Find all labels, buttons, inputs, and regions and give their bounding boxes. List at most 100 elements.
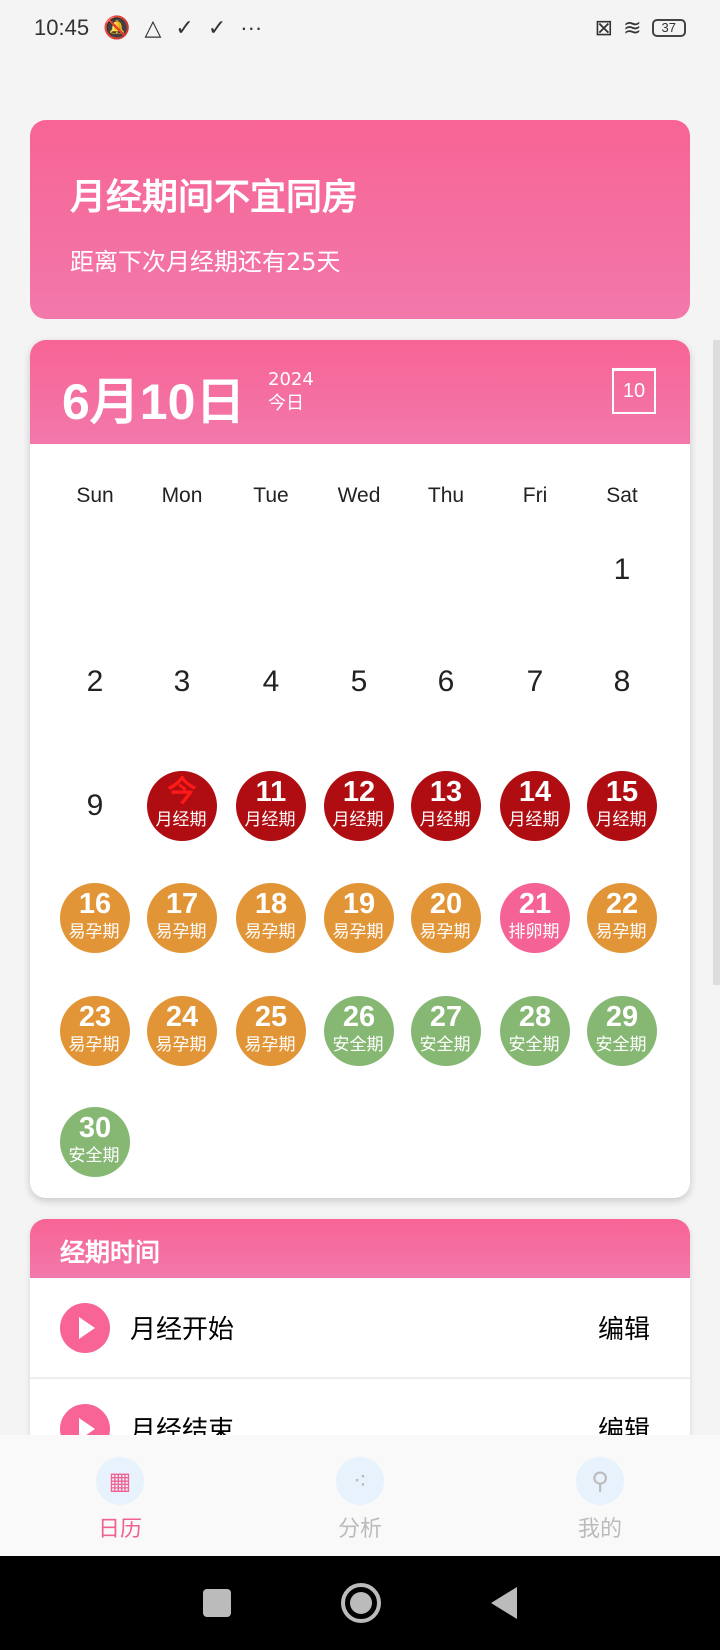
- calendar-day[interactable]: 23 易孕期: [60, 996, 130, 1066]
- nav-mine[interactable]: ⚲ 我的: [480, 1435, 720, 1556]
- day-phase-label: 安全期: [68, 1146, 120, 1165]
- calendar-day[interactable]: 28 安全期: [500, 996, 570, 1066]
- calendar-icon: ▦: [96, 1457, 144, 1505]
- day-number: 2: [86, 665, 104, 698]
- status-bar: 10:45 🔕 △ ✓ ✓ ··· ⊠ ≋ 37: [0, 0, 720, 56]
- day-phase-label: 安全期: [595, 1035, 647, 1054]
- calendar-day[interactable]: 21 排卵期: [500, 883, 570, 953]
- calendar-day[interactable]: 26 安全期: [324, 996, 394, 1066]
- banner-subtitle: 距离下次月经期还有25天: [70, 248, 341, 276]
- weekday-sun: Sun: [76, 484, 114, 507]
- recents-button[interactable]: [203, 1589, 231, 1617]
- day-number: 23: [78, 1001, 112, 1033]
- day-phase-label: 安全期: [332, 1035, 384, 1054]
- day-phase-label: 排卵期: [508, 922, 560, 941]
- calendar-day[interactable]: 12 月经期: [324, 771, 394, 841]
- day-number: 16: [78, 888, 112, 920]
- calendar-day[interactable]: 18 易孕期: [236, 883, 306, 953]
- day-number: 19: [342, 888, 376, 920]
- day-number: 7: [526, 665, 544, 698]
- day-number: 22: [605, 888, 639, 920]
- current-date: 6月10日: [62, 374, 246, 430]
- download-done-icon: ✓: [207, 15, 227, 40]
- calendar-day[interactable]: 今月经期: [147, 771, 217, 841]
- period-start-row[interactable]: 月经开始 编辑: [30, 1278, 690, 1379]
- year: 2024: [268, 369, 314, 390]
- calendar-day[interactable]: 13 月经期: [411, 771, 481, 841]
- nav-label: 日历: [97, 1517, 142, 1542]
- day-phase-label: 易孕期: [595, 922, 647, 941]
- chart-icon: ⁖: [336, 1457, 384, 1505]
- calendar-day[interactable]: 16 易孕期: [60, 883, 130, 953]
- day-phase-label: 月经期: [155, 810, 207, 829]
- more-icon: ···: [240, 15, 263, 40]
- home-button[interactable]: [341, 1583, 381, 1623]
- banner-title: 月经期间不宜同房: [70, 177, 359, 218]
- nav-calendar[interactable]: ▦ 日历: [0, 1435, 240, 1556]
- day-number: 12: [342, 776, 376, 808]
- day-phase-label: 易孕期: [155, 922, 207, 941]
- weekday-mon: Mon: [161, 484, 203, 507]
- calendar-day[interactable]: 20 易孕期: [411, 883, 481, 953]
- calendar-day[interactable]: 17 易孕期: [147, 883, 217, 953]
- play-icon: [60, 1302, 110, 1353]
- weekday-thu: Thu: [427, 484, 465, 507]
- day-number: 今: [167, 776, 197, 808]
- calendar-day[interactable]: 24 易孕期: [147, 996, 217, 1066]
- day-phase-label: 易孕期: [244, 1035, 296, 1054]
- row-label: 月经开始: [130, 1315, 235, 1345]
- back-button[interactable]: [491, 1587, 517, 1619]
- calendar-day[interactable]: 6: [411, 647, 481, 717]
- day-phase-label: 易孕期: [244, 922, 296, 941]
- calendar-day[interactable]: 7: [500, 647, 570, 717]
- scrollbar[interactable]: [713, 340, 720, 985]
- calendar-day[interactable]: 11 月经期: [236, 771, 306, 841]
- day-number: 28: [518, 1001, 552, 1033]
- today-calendar-icon[interactable]: 10: [612, 368, 656, 414]
- day-number: 30: [78, 1112, 112, 1144]
- calendar-day[interactable]: 30 安全期: [60, 1107, 130, 1177]
- day-number: 4: [262, 665, 280, 698]
- calendar-day[interactable]: 5: [324, 647, 394, 717]
- calendar-day[interactable]: 8: [587, 647, 657, 717]
- edit-button[interactable]: 编辑: [598, 1309, 650, 1346]
- calendar-day[interactable]: 4: [236, 647, 306, 717]
- calendar-day[interactable]: 14 月经期: [500, 771, 570, 841]
- day-phase-label: 安全期: [419, 1035, 471, 1054]
- calendar-day[interactable]: 3: [147, 647, 217, 717]
- day-phase-label: 安全期: [508, 1035, 560, 1054]
- system-nav-bar: [0, 1556, 720, 1650]
- day-phase-label: 易孕期: [419, 922, 471, 941]
- day-number: 14: [518, 776, 552, 808]
- day-number: 13: [429, 776, 463, 808]
- mute-icon: 🔕: [103, 15, 131, 40]
- day-phase-label: 月经期: [332, 810, 384, 829]
- reminder-banner: 月经期间不宜同房 距离下次月经期还有25天: [30, 120, 690, 319]
- calendar-day[interactable]: 2: [60, 647, 130, 717]
- day-phase-label: 月经期: [508, 810, 560, 829]
- nav-label: 分析: [337, 1517, 382, 1542]
- calendar-card: 6月10日 2024 今日 10 Sun Mon Tue Wed Thu Fri Sat 1 2 3…: [30, 340, 690, 1198]
- day-number: 21: [518, 888, 552, 920]
- calendar-day[interactable]: 9: [60, 771, 130, 841]
- day-number: 15: [605, 776, 639, 808]
- calendar-day[interactable]: 27 安全期: [411, 996, 481, 1066]
- calendar-day[interactable]: 15 月经期: [587, 771, 657, 841]
- battery-icon: 37: [651, 19, 686, 37]
- day-phase-label: 易孕期: [332, 922, 384, 941]
- calendar-day[interactable]: 1: [587, 535, 657, 605]
- day-number: 11: [255, 776, 287, 808]
- calendar-day[interactable]: 22 易孕期: [587, 883, 657, 953]
- calendar-header: 6月10日 2024 今日 10: [30, 340, 690, 444]
- calendar-day[interactable]: 29 安全期: [587, 996, 657, 1066]
- user-icon: ⚲: [576, 1457, 624, 1505]
- section-title: 经期时间: [30, 1219, 690, 1278]
- calendar-day[interactable]: 19 易孕期: [324, 883, 394, 953]
- wifi-icon: ≋: [623, 15, 642, 40]
- day-number: 3: [173, 665, 191, 698]
- clock: 10:45: [34, 15, 90, 40]
- calendar-day[interactable]: 25 易孕期: [236, 996, 306, 1066]
- day-number: 25: [254, 1001, 288, 1033]
- nav-analysis[interactable]: ⁖ 分析: [240, 1435, 480, 1556]
- day-number: 29: [605, 1001, 639, 1033]
